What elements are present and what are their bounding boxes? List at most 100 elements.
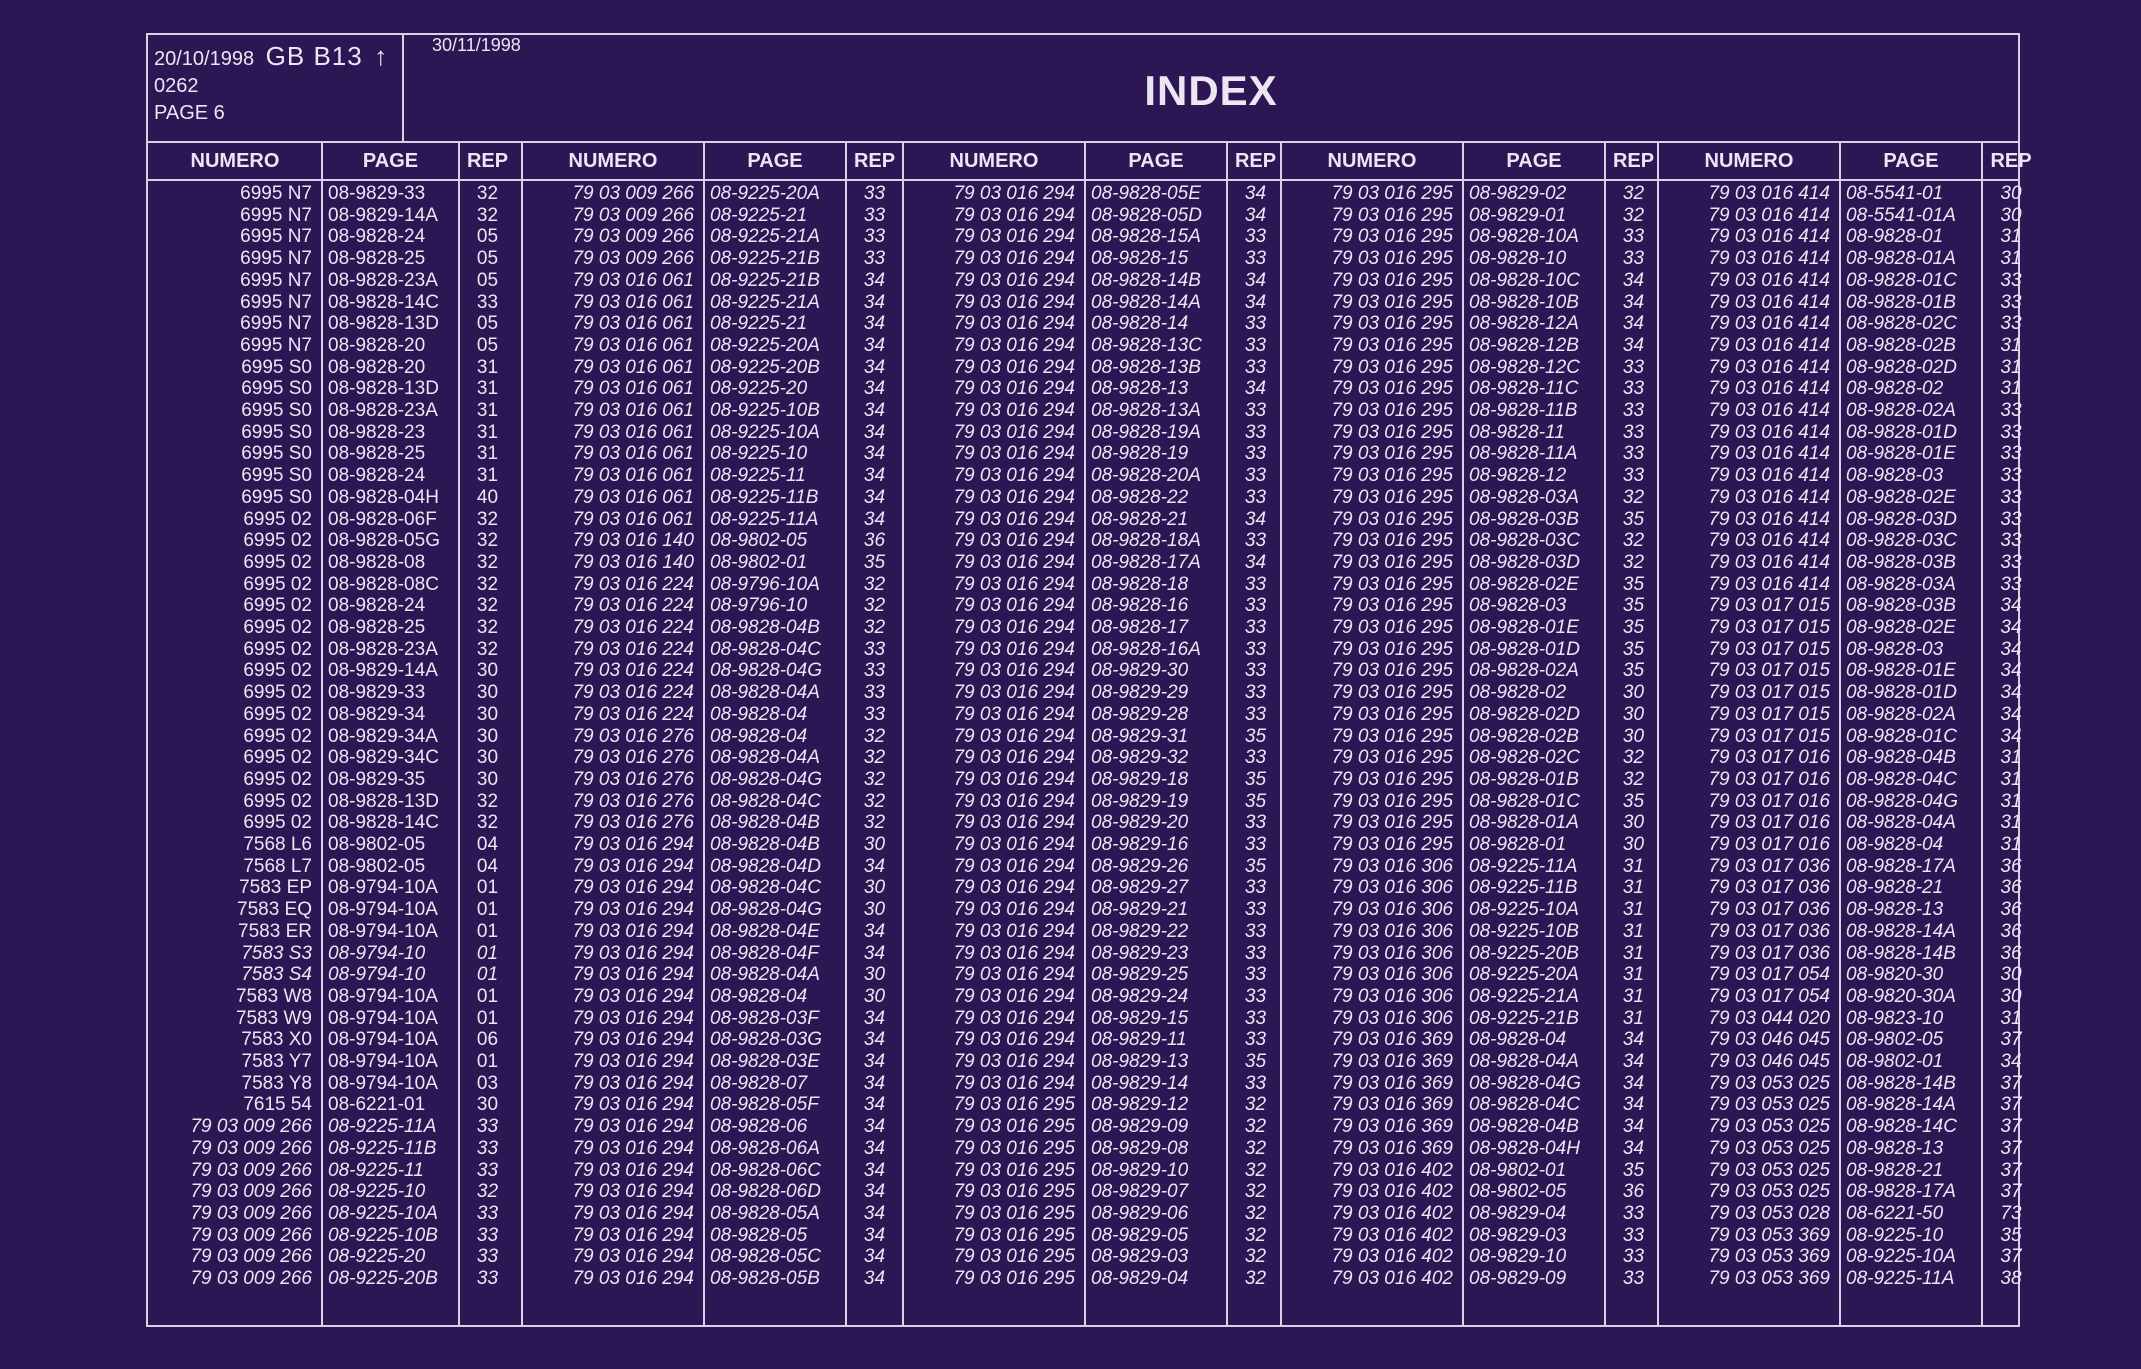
table-cell-rep: 32 <box>476 551 499 573</box>
table-cell-rep: 73 <box>2000 1202 2022 1224</box>
table-cell-rep: 32 <box>863 595 886 617</box>
table-cell-numero: 79 03 016 294 <box>572 942 694 964</box>
table-cell-page: 08-9828-04 <box>710 703 808 725</box>
table-cell-rep: 33 <box>1244 985 1267 1007</box>
table-cell-numero: 6995 S0 <box>241 356 312 378</box>
table-cell-page: 08-9828-12 <box>1469 465 1567 487</box>
table-cell-rep: 34 <box>1622 291 1645 313</box>
table-cell-page: 08-9828-24 <box>328 226 426 248</box>
table-cell-numero: 79 03 016 294 <box>572 1246 694 1268</box>
table-cell-numero: 79 03 016 295 <box>1331 291 1453 313</box>
table-cell-rep: 33 <box>863 703 886 725</box>
table-cell-page: 08-9828-02E <box>1846 486 1956 508</box>
table-cell-numero: 79 03 016 294 <box>572 877 694 899</box>
table-cell-numero: 79 03 016 276 <box>572 725 694 747</box>
table-cell-page: 08-9225-20 <box>710 378 808 400</box>
table-cell-numero: 79 03 016 294 <box>953 1072 1075 1094</box>
table-cell-page: 08-9829-14A <box>328 204 438 226</box>
table-cell-page: 08-9828-10 <box>1469 248 1567 270</box>
table-cell-rep: 36 <box>1622 1181 1645 1203</box>
table-cell-rep: 34 <box>863 855 886 877</box>
table-cell-rep: 34 <box>1244 183 1267 204</box>
table-cell-numero: 6995 02 <box>243 638 312 660</box>
table-cell-numero: 7583 ER <box>238 920 312 942</box>
table-cell-rep: 32 <box>476 617 499 638</box>
table-cell-numero: 79 03 017 054 <box>1708 985 1830 1007</box>
table-cell-rep: 05 <box>476 269 499 291</box>
table-cell-rep: 05 <box>476 313 499 335</box>
table-cell-rep: 34 <box>2000 595 2022 617</box>
table-cell-numero: 79 03 016 294 <box>572 1159 694 1181</box>
table-cell-numero: 79 03 017 015 <box>1708 638 1830 660</box>
table-cell-numero: 79 03 016 414 <box>1708 465 1830 487</box>
table-cell-numero: 79 03 016 402 <box>1331 1224 1453 1246</box>
table-cell-numero: 79 03 016 294 <box>572 1094 694 1116</box>
table-cell-page: 08-9829-34A <box>328 725 438 747</box>
table-cell-rep: 31 <box>1622 920 1645 942</box>
column-header-rep: REP <box>1234 150 1277 172</box>
table-cell-page: 08-9829-27 <box>1091 877 1189 899</box>
header-code: GB B13 <box>265 41 363 71</box>
column-divider <box>902 143 904 1325</box>
table-cell-rep: 33 <box>1244 573 1267 595</box>
table-cell-numero: 79 03 016 294 <box>572 899 694 921</box>
table-cell-numero: 79 03 016 294 <box>572 834 694 855</box>
header-page: PAGE 6 <box>154 102 225 124</box>
table-cell-page: 08-9828-01D <box>1846 682 1957 704</box>
table-cell-page: 08-9828-04 <box>1469 1029 1567 1051</box>
table-cell-numero: 79 03 053 369 <box>1708 1268 1830 1289</box>
table-cell-numero: 7583 Y7 <box>241 1051 312 1072</box>
table-cell-numero: 79 03 016 402 <box>1331 1159 1453 1181</box>
table-cell-page: 08-9829-14 <box>1091 1072 1189 1094</box>
table-cell-numero: 79 03 017 015 <box>1708 595 1830 617</box>
table-cell-numero: 6995 N7 <box>240 226 312 248</box>
table-cell-numero: 79 03 016 369 <box>1331 1029 1453 1051</box>
table-cell-numero: 79 03 009 266 <box>572 183 694 204</box>
table-cell-rep: 32 <box>1244 1159 1267 1181</box>
table-cell-page: 08-9828-01C <box>1846 269 1957 291</box>
table-cell-page: 08-9828-14A <box>1846 1094 1956 1116</box>
column-divider <box>1839 143 1841 1325</box>
table-cell-numero: 79 03 016 294 <box>953 1029 1075 1051</box>
table-cell-rep: 37 <box>2000 1246 2022 1268</box>
table-cell-rep: 01 <box>476 877 499 899</box>
table-cell-numero: 79 03 016 294 <box>953 226 1075 248</box>
table-cell-page: 08-9828-04A <box>1846 812 1956 834</box>
table-cell-numero: 79 03 016 414 <box>1708 269 1830 291</box>
table-cell-rep: 32 <box>1622 486 1645 508</box>
table-cell-page: 08-9828-01B <box>1846 291 1956 313</box>
table-cell-page: 08-9828-17A <box>1846 855 1956 877</box>
table-cell-numero: 79 03 016 276 <box>572 812 694 834</box>
table-cell-page: 08-9828-11 <box>1469 421 1565 443</box>
table-cell-rep: 33 <box>2000 551 2022 573</box>
table-cell-page: 08-9829-30 <box>1091 660 1189 682</box>
table-cell-page: 08-9796-10 <box>710 595 808 617</box>
table-cell-page: 08-9829-25 <box>1091 964 1189 986</box>
table-cell-numero: 79 03 016 295 <box>953 1116 1075 1138</box>
table-cell-rep: 33 <box>1244 920 1267 942</box>
table-cell-page: 08-9794-10A <box>328 877 438 899</box>
table-cell-numero: 79 03 016 295 <box>1331 530 1453 552</box>
table-cell-rep: 32 <box>863 812 886 834</box>
table-cell-rep: 34 <box>2000 617 2022 638</box>
table-cell-page: 08-9820-30A <box>1846 985 1956 1007</box>
table-cell-page: 08-9828-12A <box>1469 313 1579 335</box>
table-cell-page: 08-9828-01D <box>1846 421 1957 443</box>
table-cell-rep: 32 <box>476 508 499 530</box>
table-cell-page: 08-9225-20A <box>710 183 820 204</box>
table-cell-numero: 79 03 016 294 <box>953 204 1075 226</box>
table-cell-numero: 79 03 016 294 <box>953 269 1075 291</box>
table-cell-page: 08-9828-04H <box>328 486 439 508</box>
table-cell-page: 08-9225-11A <box>1846 1268 1955 1289</box>
table-cell-numero: 79 03 016 295 <box>1331 768 1453 790</box>
table-cell-rep: 31 <box>2000 378 2022 400</box>
table-cell-rep: 33 <box>1244 682 1267 704</box>
table-cell-rep: 32 <box>1622 768 1645 790</box>
table-cell-rep: 37 <box>2000 1181 2022 1203</box>
table-cell-page: 08-9828-01C <box>1846 725 1957 747</box>
table-cell-numero: 6995 02 <box>243 508 312 530</box>
table-cell-rep: 33 <box>1244 638 1267 660</box>
table-cell-rep: 32 <box>476 530 499 552</box>
table-cell-numero: 79 03 016 061 <box>572 443 694 465</box>
table-cell-numero: 79 03 016 224 <box>572 617 694 638</box>
